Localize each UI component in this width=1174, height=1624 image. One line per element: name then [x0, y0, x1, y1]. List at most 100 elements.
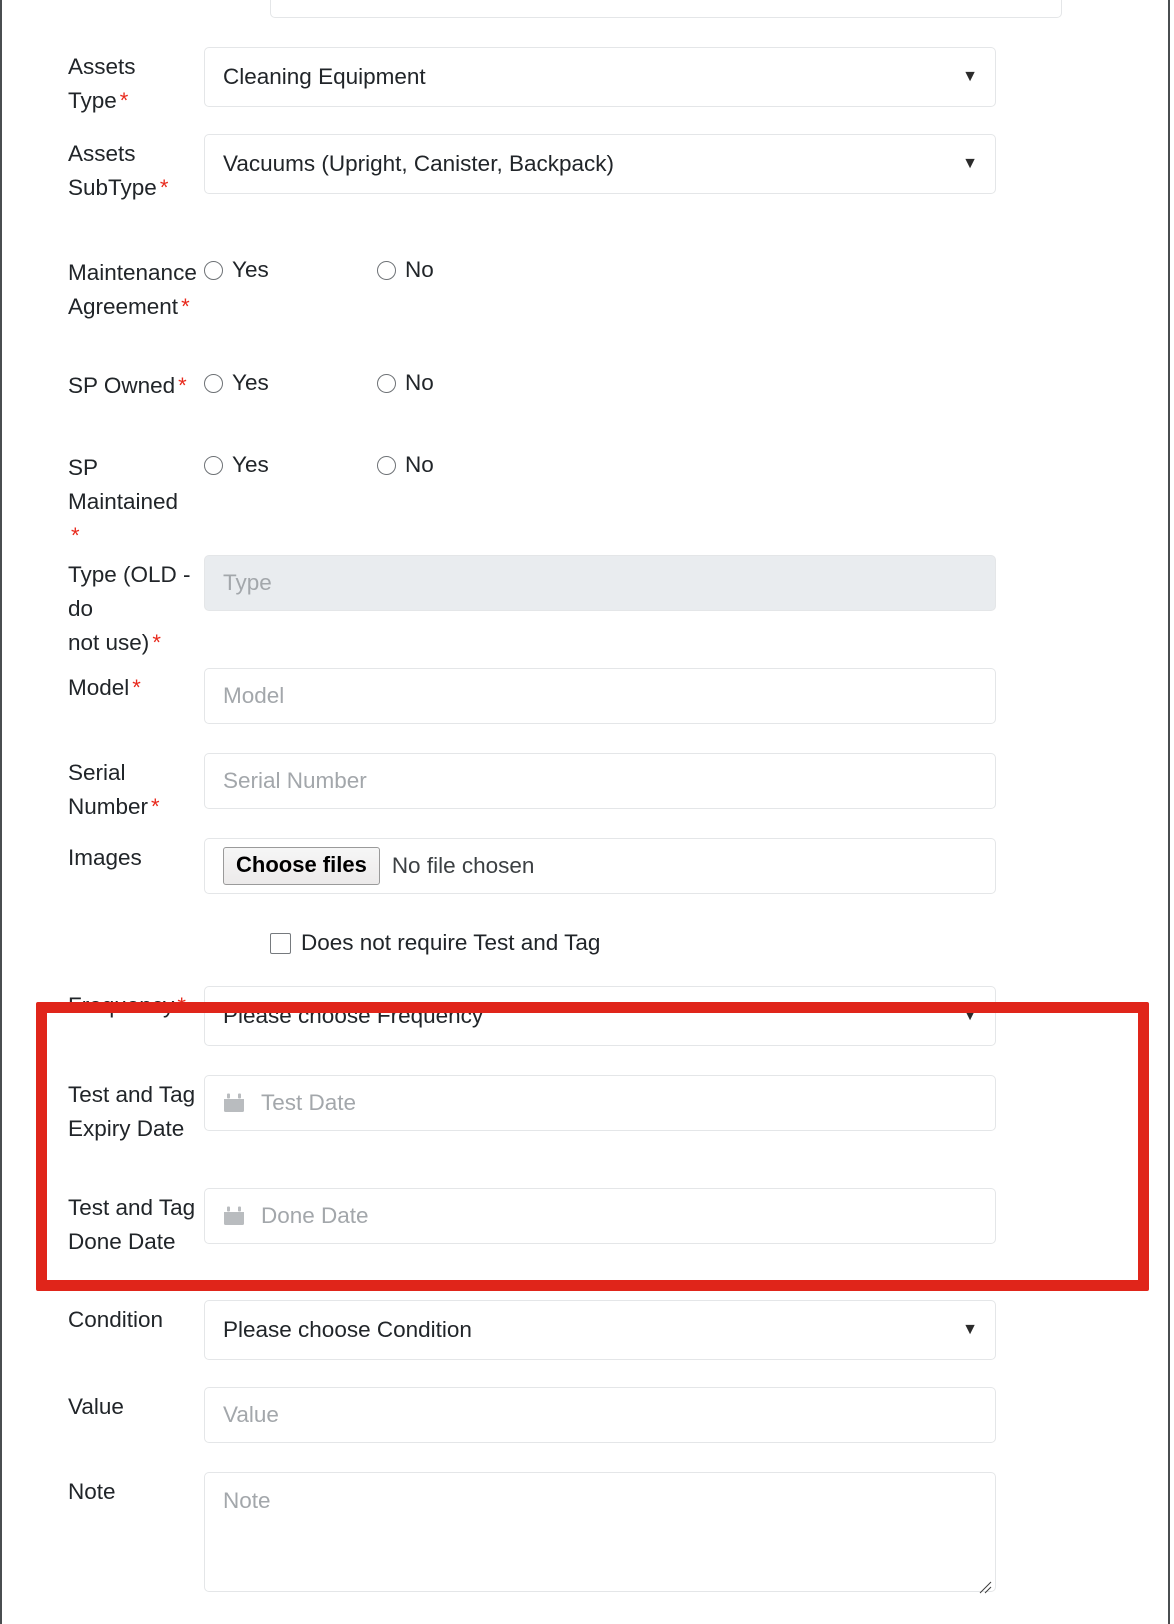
field-maintenance-agreement: Yes No [204, 253, 996, 283]
select-assets-type[interactable]: Cleaning Equipment ▼ [204, 47, 996, 107]
calendar-icon [223, 1092, 245, 1114]
date-input-test-tag-done[interactable]: Done Date [204, 1188, 996, 1244]
form-row-frequency: Frequency * Please choose Frequency ▼ [0, 986, 1130, 1046]
form-row-serial-number: Serial Number * Serial Number [0, 753, 1130, 824]
label-assets-subtype-line1: Assets [68, 141, 136, 166]
file-chosen-status: No file chosen [391, 853, 535, 878]
radio-sp-maintained-yes[interactable]: Yes [204, 452, 377, 478]
field-assets-type: Cleaning Equipment ▼ [204, 47, 996, 107]
radio-sp-owned-yes[interactable]: Yes [204, 370, 377, 396]
field-note: Note [204, 1472, 996, 1594]
label-test-tag-done: Test and Tag Done Date [0, 1188, 200, 1259]
label-assets-type: Assets Type * [0, 47, 200, 118]
date-input-test-tag-expiry[interactable]: Test Date [204, 1075, 996, 1131]
field-frequency: Please choose Frequency ▼ [204, 986, 996, 1046]
radio-group-sp-owned: Yes No [204, 366, 996, 396]
field-sp-maintained: Yes No [204, 448, 996, 478]
checkbox-no-test-and-tag[interactable] [270, 932, 291, 954]
radio-sp-maintained-no[interactable]: No [377, 452, 434, 478]
radio-maintenance-agreement-no[interactable]: No [377, 257, 434, 283]
required-marker: * [177, 993, 186, 1018]
label-test-tag-expiry-line1: Test and Tag [68, 1082, 196, 1107]
checkbox-row-no-test-and-tag[interactable]: Does not require Test and Tag [270, 930, 600, 956]
form-row-model: Model * Model [0, 668, 1130, 724]
field-type-old: Type [204, 555, 996, 611]
radio-label-yes: Yes [232, 257, 269, 282]
chevron-down-icon: ▼ [962, 68, 978, 85]
label-frequency: Frequency * [0, 986, 200, 1023]
radio-circle-icon [204, 373, 223, 393]
label-type-old-line2: not use) [68, 630, 150, 655]
required-marker: * [181, 294, 190, 319]
form-row-note: Note Note [0, 1472, 1130, 1594]
form-row-assets-type: Assets Type * Cleaning Equipment ▼ [0, 47, 1130, 118]
radio-circle-icon [377, 373, 396, 393]
label-note-text: Note [68, 1479, 116, 1504]
field-images: Choose files No file chosen [204, 838, 996, 894]
date-input-test-tag-done-placeholder: Done Date [261, 1203, 369, 1228]
field-model: Model [204, 668, 996, 724]
textarea-note-placeholder: Note [223, 1488, 271, 1513]
asset-form: Assets Type * Cleaning Equipment ▼ Assets… [0, 0, 1174, 1624]
label-value-text: Value [68, 1394, 124, 1419]
input-value[interactable]: Value [204, 1387, 996, 1443]
chevron-down-icon: ▼ [962, 1007, 978, 1024]
chevron-down-icon: ▼ [962, 155, 978, 172]
required-marker: * [178, 373, 187, 398]
label-maintenance-agreement: Maintenance Agreement * [0, 253, 200, 324]
label-assets-subtype-line2: SubType [68, 175, 157, 200]
label-sp-owned-text: SP Owned [68, 373, 176, 398]
previous-field-partial[interactable] [270, 0, 1062, 18]
radio-label-no: No [405, 257, 434, 282]
label-maintenance-agreement-line2: Agreement [68, 294, 179, 319]
label-test-tag-expiry-line2: Expiry Date [68, 1116, 185, 1141]
required-marker: * [151, 794, 160, 819]
label-sp-owned: SP Owned * [0, 366, 200, 403]
checkbox-label-no-test-and-tag: Does not require Test and Tag [301, 930, 601, 955]
date-input-test-tag-expiry-placeholder: Test Date [261, 1090, 357, 1115]
select-frequency-value: Please choose Frequency [223, 1003, 484, 1028]
required-marker: * [152, 630, 161, 655]
label-frequency-text: Frequency [68, 993, 175, 1018]
label-test-tag-expiry: Test and Tag Expiry Date [0, 1075, 200, 1146]
label-condition: Condition [0, 1300, 200, 1337]
radio-group-maintenance-agreement: Yes No [204, 253, 996, 283]
label-model-text: Model [68, 675, 130, 700]
required-marker: * [71, 523, 80, 548]
radio-sp-owned-no[interactable]: No [377, 370, 434, 396]
label-test-tag-done-line1: Test and Tag [68, 1195, 196, 1220]
select-frequency[interactable]: Please choose Frequency ▼ [204, 986, 996, 1046]
form-row-condition: Condition Please choose Condition ▼ [0, 1300, 1130, 1360]
select-assets-subtype[interactable]: Vacuums (Upright, Canister, Backpack) ▼ [204, 134, 996, 194]
input-value-placeholder: Value [223, 1402, 279, 1427]
label-sp-maintained-text: SP Maintained [68, 455, 179, 514]
select-assets-subtype-value: Vacuums (Upright, Canister, Backpack) [223, 151, 614, 176]
input-model[interactable]: Model [204, 668, 996, 724]
radio-maintenance-agreement-yes[interactable]: Yes [204, 257, 377, 283]
radio-label-no: No [405, 370, 434, 395]
select-condition-value: Please choose Condition [223, 1317, 472, 1342]
form-row-maintenance-agreement: Maintenance Agreement * Yes No [0, 253, 1130, 324]
input-serial-number-placeholder: Serial Number [223, 768, 367, 793]
radio-group-sp-maintained: Yes No [204, 448, 996, 478]
file-input-images[interactable]: Choose files No file chosen [204, 838, 996, 894]
field-test-tag-expiry: Test Date [204, 1075, 996, 1131]
label-sp-maintained: SP Maintained * [0, 448, 200, 553]
radio-circle-icon [204, 455, 223, 475]
textarea-note[interactable]: Note [204, 1472, 996, 1594]
label-serial-number-text: Serial Number [68, 760, 149, 819]
resize-handle-icon[interactable] [978, 1574, 992, 1594]
radio-circle-icon [204, 260, 223, 280]
field-sp-owned: Yes No [204, 366, 996, 396]
required-marker: * [132, 675, 141, 700]
select-condition[interactable]: Please choose Condition ▼ [204, 1300, 996, 1360]
label-maintenance-agreement-line1: Maintenance [68, 260, 197, 285]
input-serial-number[interactable]: Serial Number [204, 753, 996, 809]
field-serial-number: Serial Number [204, 753, 996, 809]
form-row-type-old: Type (OLD - do not use) * Type [0, 555, 1130, 660]
input-type-old[interactable]: Type [204, 555, 996, 611]
field-condition: Please choose Condition ▼ [204, 1300, 996, 1360]
radio-label-yes: Yes [232, 370, 269, 395]
input-model-placeholder: Model [223, 683, 285, 708]
choose-files-button[interactable]: Choose files [223, 847, 380, 885]
